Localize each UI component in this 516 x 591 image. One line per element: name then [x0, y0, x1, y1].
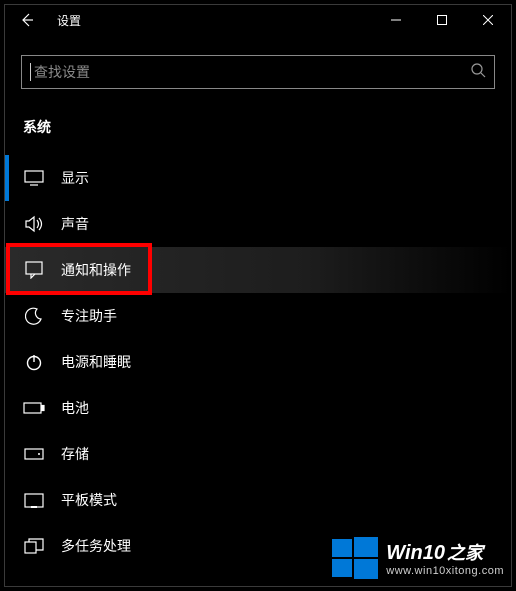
nav-item-power-sleep[interactable]: 电源和睡眠	[5, 339, 511, 385]
watermark-brand-zh: 之家	[447, 539, 483, 565]
nav-label: 通知和操作	[61, 260, 131, 280]
nav-label: 平板模式	[61, 490, 117, 510]
nav-item-notifications[interactable]: 通知和操作	[5, 247, 511, 293]
nav-item-tablet-mode[interactable]: 平板模式	[5, 477, 511, 523]
search-input[interactable]: 查找设置	[21, 55, 495, 89]
minimize-icon	[391, 15, 401, 25]
minimize-button[interactable]	[373, 5, 419, 35]
close-button[interactable]	[465, 5, 511, 35]
windows-logo-icon	[332, 535, 378, 581]
multitasking-icon	[23, 535, 45, 557]
moon-icon	[23, 305, 45, 327]
watermark-brand: Win10 之家	[386, 539, 483, 565]
window-title: 设置	[57, 12, 373, 29]
nav-label: 专注助手	[61, 306, 117, 326]
text-caret	[30, 63, 31, 81]
search-icon	[470, 62, 486, 83]
power-icon	[23, 351, 45, 373]
battery-icon	[23, 397, 45, 419]
maximize-button[interactable]	[419, 5, 465, 35]
nav-label: 电池	[61, 398, 89, 418]
watermark: Win10 之家 www.win10xitong.com	[332, 535, 504, 581]
category-header: 系统	[5, 107, 511, 155]
nav-label: 电源和睡眠	[61, 352, 131, 372]
back-button[interactable]	[5, 5, 49, 35]
tablet-icon	[23, 489, 45, 511]
nav-item-display[interactable]: 显示	[5, 155, 511, 201]
watermark-brand-en: Win10	[386, 542, 445, 565]
window-controls	[373, 5, 511, 35]
back-arrow-icon	[19, 12, 35, 28]
notifications-icon	[23, 259, 45, 281]
nav-list: 显示 声音 通知和操作	[5, 155, 511, 569]
nav-item-battery[interactable]: 电池	[5, 385, 511, 431]
nav-label: 存储	[61, 444, 89, 464]
nav-label: 声音	[61, 214, 89, 234]
display-icon	[23, 167, 45, 189]
titlebar: 设置	[5, 5, 511, 35]
nav-item-focus-assist[interactable]: 专注助手	[5, 293, 511, 339]
search-placeholder: 查找设置	[34, 62, 470, 82]
nav-label: 显示	[61, 168, 89, 188]
nav-item-sound[interactable]: 声音	[5, 201, 511, 247]
storage-icon	[23, 443, 45, 465]
watermark-url: www.win10xitong.com	[386, 565, 504, 577]
nav-item-storage[interactable]: 存储	[5, 431, 511, 477]
nav-label: 多任务处理	[61, 536, 131, 556]
maximize-icon	[437, 15, 447, 25]
sound-icon	[23, 213, 45, 235]
close-icon	[483, 15, 493, 25]
